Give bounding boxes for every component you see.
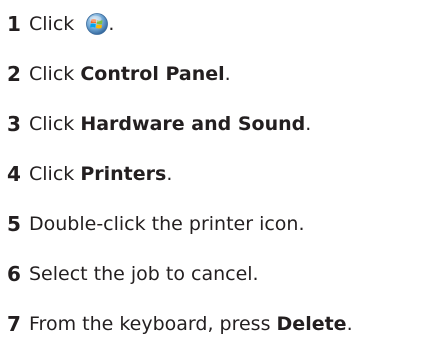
step-7: 7 From the keyboard, press Delete . xyxy=(7,310,353,338)
step-number: 1 xyxy=(7,12,21,36)
step-text-pre: Double-click the printer icon. xyxy=(29,213,305,235)
step-number: 2 xyxy=(7,62,21,86)
step-text: From the keyboard, press Delete . xyxy=(29,310,353,338)
step-text-pre: Click xyxy=(29,13,81,35)
step-text-bold: Delete xyxy=(276,313,347,335)
step-number: 3 xyxy=(7,112,21,136)
step-text-post: . xyxy=(305,113,312,135)
windows-start-orb-icon xyxy=(86,13,109,35)
step-text-post: . xyxy=(166,163,173,185)
step-4: 4 Click Printers . xyxy=(7,160,172,188)
step-2: 2 Click Control Panel . xyxy=(7,60,231,88)
step-text-pre: Select the job to cancel. xyxy=(29,263,259,285)
step-text-bold: Control Panel xyxy=(80,63,225,85)
step-text: Select the job to cancel. xyxy=(29,260,259,288)
step-text-post: . xyxy=(224,63,231,85)
step-text-bold: Printers xyxy=(80,163,167,185)
step-number: 4 xyxy=(7,162,21,186)
step-text: Click Control Panel . xyxy=(29,60,231,88)
step-text: Click Hardware and Sound . xyxy=(29,110,311,138)
step-1: 1 Click . xyxy=(7,10,114,38)
step-number: 6 xyxy=(7,262,21,286)
step-text-pre: Click xyxy=(29,163,81,185)
step-6: 6 Select the job to cancel. xyxy=(7,260,259,288)
step-3: 3 Click Hardware and Sound . xyxy=(7,110,311,138)
step-text-pre: Click xyxy=(29,113,81,135)
step-text-post: . xyxy=(346,313,353,335)
step-number: 7 xyxy=(7,312,21,336)
step-text-post: . xyxy=(108,13,115,35)
step-number: 5 xyxy=(7,212,21,236)
step-5: 5 Double-click the printer icon. xyxy=(7,210,305,238)
step-text-pre: Click xyxy=(29,63,81,85)
step-text-bold: Hardware and Sound xyxy=(80,113,306,135)
step-text: Click Printers . xyxy=(29,160,172,188)
step-text: Double-click the printer icon. xyxy=(29,210,305,238)
step-text: Click . xyxy=(29,10,114,38)
step-text-pre: From the keyboard, press xyxy=(29,313,277,335)
